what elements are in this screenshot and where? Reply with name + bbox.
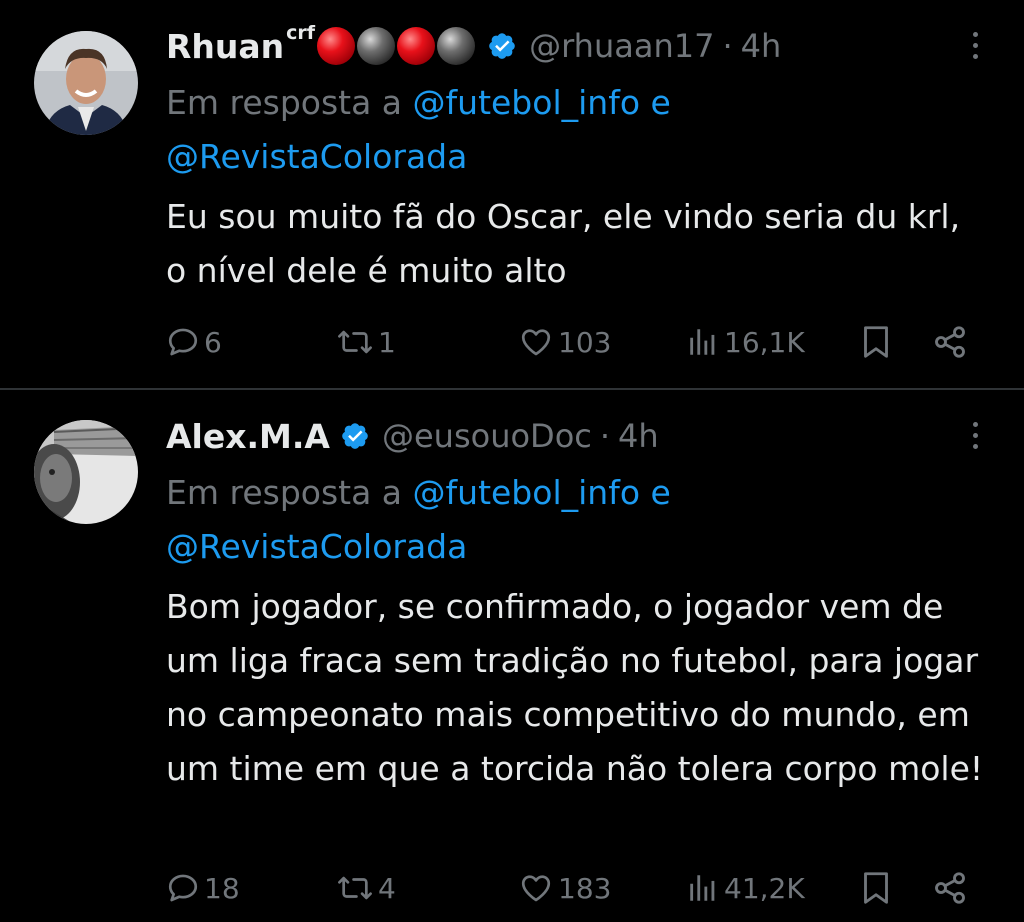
like-button[interactable]: 103 — [518, 320, 611, 364]
like-count: 103 — [558, 325, 612, 359]
reply-mention-link[interactable]: @futebol_info — [413, 473, 640, 512]
like-button[interactable]: 183 — [518, 866, 611, 910]
avatar[interactable] — [34, 31, 138, 135]
timestamp[interactable]: 4h — [618, 417, 659, 455]
tweet-text: Bom jogador, se confirmado, o jogador ve… — [166, 587, 984, 788]
bookmark-button[interactable] — [860, 866, 892, 910]
reply-prefix: Em resposta a — [166, 83, 403, 122]
reply-button[interactable]: 18 — [166, 866, 240, 910]
share-icon — [935, 872, 965, 904]
bar-chart-icon — [690, 329, 715, 355]
tweet-actions: 6 1 103 16,1K — [166, 320, 986, 364]
view-count: 41,2K — [724, 871, 805, 905]
reply-count: 18 — [204, 871, 240, 905]
retweet-button[interactable]: 1 — [336, 320, 396, 364]
reply-mention-link[interactable]: @RevistaColorada — [166, 137, 467, 176]
heart-icon — [521, 875, 551, 902]
reply-joiner: e — [650, 83, 671, 122]
reply-prefix: Em resposta a — [166, 473, 403, 512]
display-name-superscript: crf — [286, 22, 316, 44]
reply-mention-link[interactable]: @futebol_info — [413, 83, 640, 122]
more-options-icon[interactable] — [970, 422, 980, 458]
reply-button[interactable]: 6 — [166, 320, 222, 364]
like-count: 183 — [558, 871, 612, 905]
tweet-text: Eu sou muito fã do Oscar, ele vindo seri… — [166, 197, 961, 290]
user-handle[interactable]: @eusouoDoc — [382, 417, 592, 455]
reply-mention-link[interactable]: @RevistaColorada — [166, 527, 467, 566]
separator: · — [599, 417, 611, 455]
reply-count: 6 — [204, 325, 222, 359]
bookmark-icon — [864, 872, 888, 904]
bookmark-button[interactable] — [860, 320, 892, 364]
name-emoji-balls — [317, 27, 477, 65]
share-icon — [935, 326, 965, 358]
display-name[interactable]: Rhuan — [166, 27, 284, 66]
retweet-arrows-icon — [338, 876, 372, 900]
tweet[interactable]: Rhuan crf @rhuaan17 · 4h Em resposta a @… — [0, 0, 1024, 388]
user-handle[interactable]: @rhuaan17 — [529, 27, 714, 65]
retweet-arrows-icon — [338, 330, 372, 354]
reply-context: Em resposta a @futebol_info e @RevistaCo… — [166, 466, 966, 574]
separator: · — [722, 27, 733, 65]
speech-bubble-icon — [168, 328, 198, 356]
tweet-header: Rhuan crf @rhuaan17 · 4h — [166, 22, 782, 66]
views-button[interactable]: 16,1K — [686, 320, 805, 364]
tweet-header: Alex.M.A @eusouoDoc · 4h — [166, 416, 659, 456]
share-button[interactable] — [932, 866, 968, 910]
red-ball-emoji-icon — [317, 27, 356, 65]
verified-badge-icon[interactable] — [340, 421, 370, 451]
verified-badge-icon[interactable] — [487, 31, 517, 61]
bar-chart-icon — [690, 875, 715, 901]
reply-joiner: e — [650, 473, 671, 512]
timestamp[interactable]: 4h — [741, 27, 782, 65]
black-ball-emoji-icon — [357, 27, 396, 65]
heart-icon — [521, 329, 551, 356]
views-button[interactable]: 41,2K — [686, 866, 805, 910]
avatar[interactable] — [34, 420, 138, 524]
display-name[interactable]: Alex.M.A — [166, 417, 330, 456]
tweet[interactable]: Alex.M.A @eusouoDoc · 4h Em resposta a @… — [0, 390, 1024, 922]
red-ball-emoji-icon — [397, 27, 436, 65]
tweet-actions: 18 4 183 41,2K — [166, 866, 986, 910]
reply-context: Em resposta a @futebol_info e @RevistaCo… — [166, 76, 966, 184]
bookmark-icon — [864, 326, 888, 358]
more-options-icon[interactable] — [970, 32, 980, 68]
black-ball-emoji-icon — [437, 27, 476, 65]
speech-bubble-icon — [168, 874, 198, 902]
retweet-count: 4 — [378, 871, 396, 905]
retweet-count: 1 — [378, 325, 396, 359]
view-count: 16,1K — [724, 325, 805, 359]
retweet-button[interactable]: 4 — [336, 866, 396, 910]
share-button[interactable] — [932, 320, 968, 364]
